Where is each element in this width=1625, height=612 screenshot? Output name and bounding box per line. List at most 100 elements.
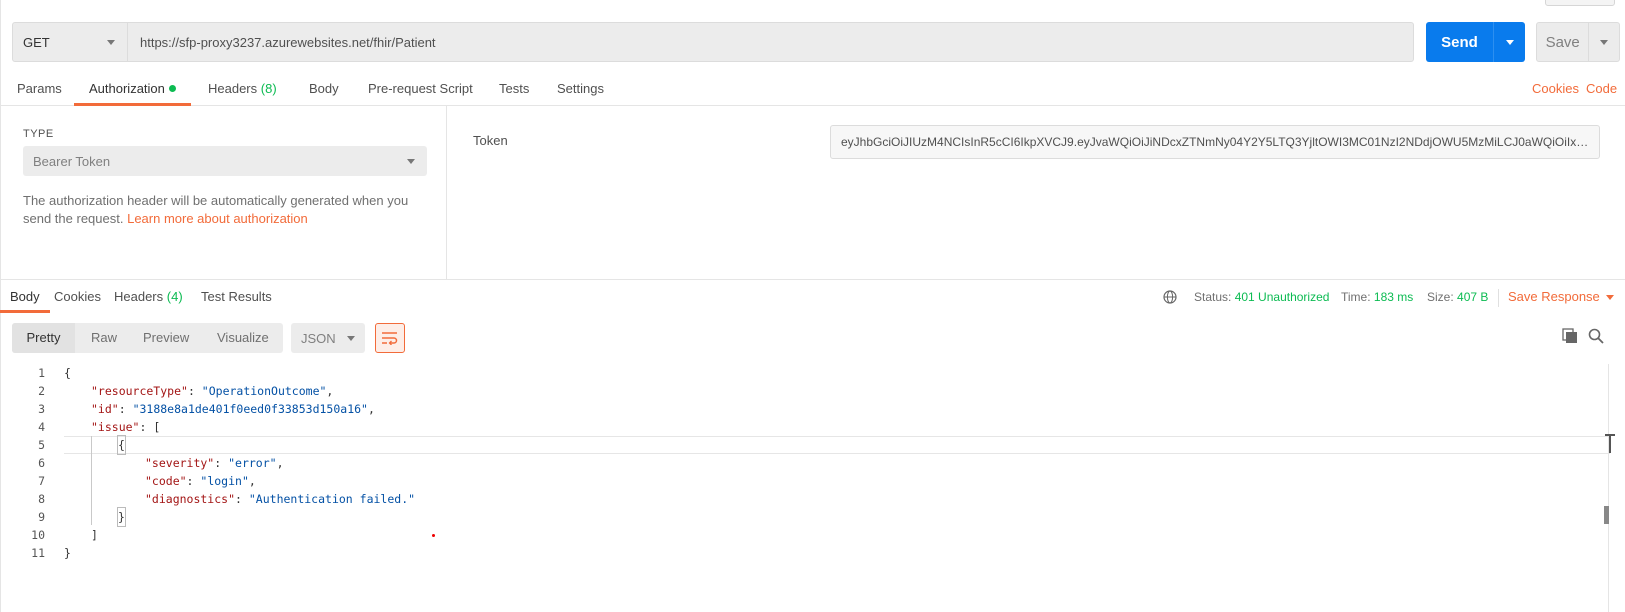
auth-type-value: Bearer Token — [33, 153, 111, 169]
code-line: 9 } — [0, 507, 1610, 527]
code-line: 11 } — [0, 544, 1610, 562]
tab-headers[interactable]: Headers (8) — [208, 72, 277, 106]
json-key: "code" — [145, 474, 187, 488]
send-button[interactable]: Send — [1426, 22, 1525, 62]
tab-headers-label: Headers — [208, 81, 258, 96]
response-time: Time: 183 ms — [1341, 281, 1413, 313]
tab-tests[interactable]: Tests — [499, 72, 529, 106]
tab-settings[interactable]: Settings — [557, 72, 604, 106]
tab-body-label: Body — [309, 81, 339, 96]
line-number: 7 — [38, 474, 45, 488]
code-line: 7 "code": "login", — [0, 472, 1610, 490]
line-number: 2 — [38, 384, 45, 398]
line-number: 5 — [38, 438, 45, 452]
learn-more-link[interactable]: Learn more about authorization — [127, 211, 308, 226]
code-link[interactable]: Code — [1586, 72, 1617, 106]
json-string: "3188e8a1de401f0eed0f33853d150a16" — [132, 402, 368, 416]
code-text: "id": "3188e8a1de401f0eed0f33853d150a16"… — [91, 402, 375, 416]
method-value: GET — [23, 34, 50, 50]
json-punct: , — [367, 402, 375, 416]
cursor-marker — [432, 534, 435, 537]
wrap-lines-button[interactable] — [375, 323, 405, 353]
tab-prerequest-script[interactable]: Pre-request Script — [368, 72, 473, 106]
code-text: } — [64, 546, 71, 560]
wrap-lines-icon — [382, 332, 398, 345]
chevron-down-icon — [1605, 295, 1614, 301]
format-select[interactable]: JSON — [291, 323, 365, 353]
view-raw-button[interactable]: Raw — [91, 323, 117, 353]
json-string: "Authentication failed." — [248, 492, 416, 506]
json-string: "login" — [200, 474, 249, 488]
copy-icon[interactable] — [1562, 328, 1578, 344]
response-tab-headers-count: (4) — [166, 289, 183, 304]
response-tab-headers-label: Headers — [114, 289, 164, 304]
json-key: "diagnostics" — [145, 492, 236, 506]
tab-authorization[interactable]: Authorization — [74, 72, 191, 106]
tab-authorization-label: Authorization — [89, 81, 165, 96]
json-key: "issue" — [91, 420, 140, 434]
size-value: 407 B — [1457, 290, 1489, 304]
status-dot-icon — [168, 85, 176, 93]
response-tabs: Body Cookies Headers (4) Test Results St… — [0, 281, 1625, 313]
auth-type-label: TYPE — [23, 128, 54, 140]
line-number: 1 — [38, 366, 45, 380]
save-button[interactable]: Save — [1536, 22, 1620, 62]
chevron-down-icon — [1600, 39, 1609, 45]
code-text: ] — [91, 528, 98, 542]
send-options-button[interactable] — [1493, 22, 1525, 62]
auth-type-panel: TYPE Bearer Token The authorization head… — [0, 106, 447, 279]
json-key: "resourceType" — [91, 384, 188, 398]
response-tab-body[interactable]: Body — [0, 281, 50, 313]
view-visualize-button[interactable]: Visualize — [217, 323, 269, 353]
code-text: { — [117, 435, 126, 455]
code-line: 3 "id": "3188e8a1de401f0eed0f33853d150a1… — [0, 400, 1610, 418]
response-tab-cookies[interactable]: Cookies — [54, 281, 101, 313]
status-separator — [1498, 289, 1499, 307]
view-preview-button[interactable]: Preview — [143, 323, 189, 353]
response-tab-test-results[interactable]: Test Results — [201, 281, 272, 313]
save-response-label: Save Response — [1508, 289, 1600, 304]
json-punct: , — [276, 456, 284, 470]
globe-icon[interactable] — [1162, 289, 1178, 305]
method-select[interactable]: GET — [13, 23, 128, 61]
chevron-down-icon — [347, 335, 355, 341]
line-number: 3 — [38, 402, 45, 416]
json-key: "id" — [91, 402, 119, 416]
response-tab-headers[interactable]: Headers (4) — [114, 281, 183, 313]
url-input[interactable]: https://sfp-proxy3237.azurewebsites.net/… — [128, 35, 1413, 50]
response-size: Size: 407 B — [1427, 281, 1488, 313]
json-key: "severity" — [145, 456, 215, 470]
json-punct: , — [248, 474, 256, 488]
response-tab-cookies-label: Cookies — [54, 289, 101, 304]
code-line: 6 "severity": "error", — [0, 454, 1610, 472]
tab-settings-label: Settings — [557, 81, 604, 96]
time-value: 183 ms — [1373, 290, 1414, 304]
line-number: 8 — [38, 492, 45, 506]
response-tab-body-label: Body — [10, 289, 40, 304]
code-text: "diagnostics": "Authentication failed." — [145, 492, 416, 506]
json-punct: , — [326, 384, 334, 398]
chevron-down-icon — [107, 39, 115, 45]
auth-description: The authorization header will be automat… — [23, 192, 423, 228]
editor-scrollbar[interactable] — [1608, 364, 1609, 612]
code-line: 5 { — [0, 435, 1610, 455]
top-toolbar-stub — [1545, 0, 1615, 6]
time-label: Time: — [1341, 290, 1371, 304]
status-label: Status: — [1194, 290, 1232, 304]
tab-params[interactable]: Params — [17, 72, 62, 106]
save-response-button[interactable]: Save Response — [1508, 281, 1614, 313]
code-line: 1 { — [0, 364, 1610, 382]
tab-body[interactable]: Body — [309, 72, 339, 106]
scrollbar-thumb[interactable] — [1604, 506, 1609, 524]
tab-prerequest-label: Pre-request Script — [368, 81, 473, 96]
code-text: "severity": "error", — [145, 456, 284, 470]
token-input[interactable]: eyJhbGciOiJIUzM4NCIsInR5cCI6IkpXVCJ9.eyJ… — [830, 125, 1600, 159]
line-number: 6 — [38, 456, 45, 470]
auth-type-select[interactable]: Bearer Token — [23, 146, 427, 176]
line-number: 9 — [38, 510, 45, 524]
chevron-down-icon — [407, 158, 415, 164]
cookies-link[interactable]: Cookies — [1532, 72, 1579, 106]
search-icon[interactable] — [1588, 328, 1604, 344]
save-options-button[interactable] — [1588, 23, 1619, 61]
view-pretty-button[interactable]: Pretty — [12, 323, 75, 353]
